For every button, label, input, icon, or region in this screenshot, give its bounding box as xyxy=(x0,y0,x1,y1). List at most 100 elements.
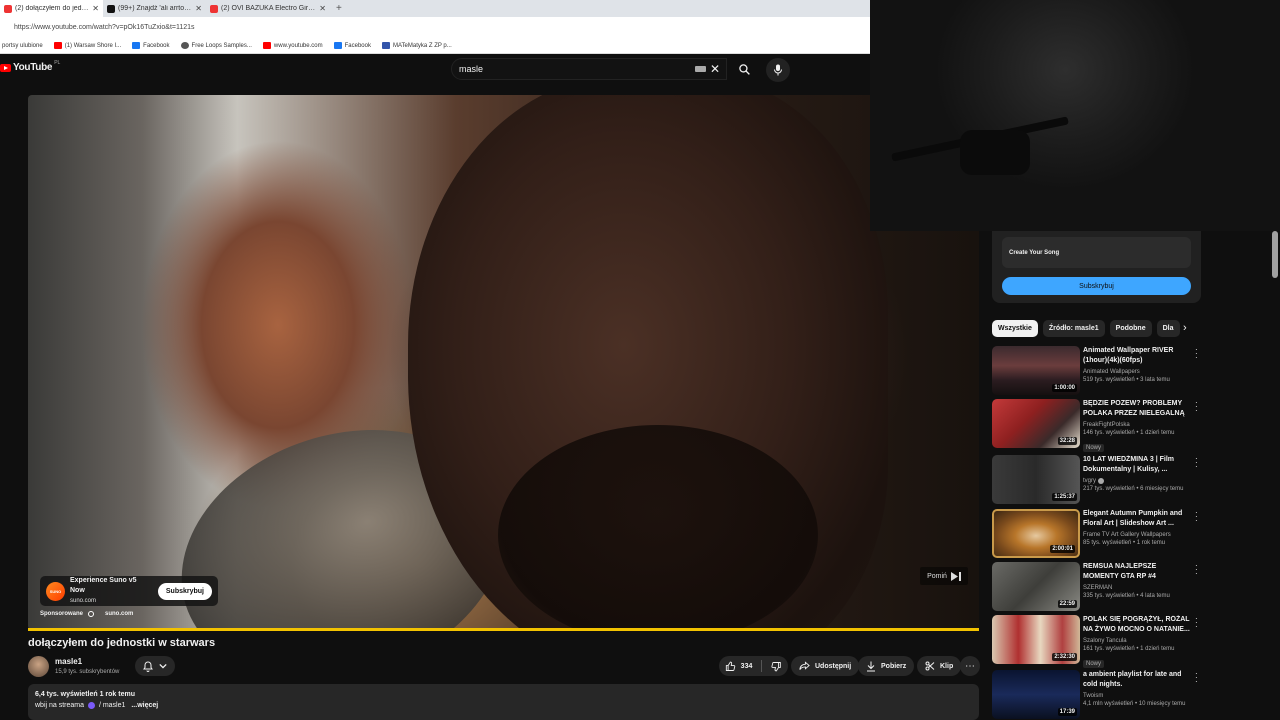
recommendation-title[interactable]: a ambient playlist for late and cold nig… xyxy=(1083,670,1190,690)
download-button[interactable]: Pobierz xyxy=(858,656,915,676)
video-title: dołączyłem do jednostki w starwars xyxy=(28,637,216,649)
recommendation-title[interactable]: Elegant Autumn Pumpkin and Floral Art | … xyxy=(1083,509,1190,529)
search-button[interactable] xyxy=(730,58,758,80)
more-vertical-icon[interactable]: · · · xyxy=(1195,346,1199,362)
info-icon[interactable] xyxy=(88,611,95,617)
recommendation-item[interactable]: 17:39 a ambient playlist for late and co… xyxy=(992,670,1202,720)
ad-subscribe-button[interactable]: Subskrybuj xyxy=(157,582,212,600)
chip-related[interactable]: Podobne xyxy=(1109,320,1152,337)
skip-ad-button[interactable]: Pomiń xyxy=(920,567,968,585)
new-tab-button[interactable]: + xyxy=(330,0,348,17)
recommendation-item[interactable]: 1:00:00 Animated Wallpaper RIVER (1hour)… xyxy=(992,346,1202,396)
video-thumbnail[interactable]: 22:59 xyxy=(992,562,1080,611)
more-actions-button[interactable]: ⋯ xyxy=(960,656,980,676)
browser-tab[interactable]: (2) OVI BAZUKA Electro Girl (Gaci ✕ xyxy=(206,0,330,17)
address-bar[interactable]: https://www.youtube.com/watch?v=pOk16TuZ… xyxy=(0,17,870,38)
recommendation-channel[interactable]: Frame TV Art Gallery Wallpapers xyxy=(1083,532,1190,538)
youtube-logo[interactable]: YouTube PL xyxy=(0,60,60,73)
scrollbar[interactable] xyxy=(1272,231,1278,278)
share-button[interactable]: Udostępnij xyxy=(791,656,860,676)
recommendation-title[interactable]: POLAK SIĘ POGRĄŻYŁ, RÓŻAL NA ŻYWO MOCNO … xyxy=(1083,615,1190,635)
description-prefix: wbij na streama xyxy=(35,702,85,709)
create-song-banner[interactable]: Create Your Song xyxy=(1002,237,1191,268)
recommendation-channel[interactable]: SZERMAN xyxy=(1083,585,1190,591)
more-vertical-icon[interactable]: · · · xyxy=(1195,670,1199,686)
chip-for-you[interactable]: Dla xyxy=(1156,320,1180,337)
search-input[interactable]: masle ✕ xyxy=(451,58,727,80)
recommendation-channel[interactable]: Szalony Tancula xyxy=(1083,638,1190,644)
recommendation-title[interactable]: BĘDZIE POZEW? PROBLEMY POLAKA PRZEZ NIEL… xyxy=(1083,399,1190,419)
close-tab-icon[interactable]: ✕ xyxy=(92,4,99,13)
voice-search-button[interactable] xyxy=(766,58,790,82)
keyboard-icon[interactable] xyxy=(694,66,706,72)
ad-progress-bar[interactable] xyxy=(28,628,979,631)
recommendation-channel[interactable]: FreakFightPolska xyxy=(1083,422,1190,428)
close-tab-icon[interactable]: ✕ xyxy=(195,4,202,13)
bookmark-item[interactable]: (1) Warsaw Shore I... xyxy=(53,42,121,49)
recommendation-title[interactable]: Animated Wallpaper RIVER (1hour)(4k)(60f… xyxy=(1083,346,1190,366)
description-link[interactable]: / masle1 xyxy=(99,702,125,709)
more-vertical-icon[interactable]: · · · xyxy=(1195,615,1199,631)
description-box[interactable]: 6,4 tys. wyświetleń 1 rok temu wbij na s… xyxy=(28,684,979,720)
recommendation-meta: 10 LAT WIEDŹMINA 3 | Film Dokumentalny |… xyxy=(1083,455,1190,492)
video-thumbnail[interactable]: 2:32:30 xyxy=(992,615,1080,664)
recommendation-stats: 161 tys. wyświetleń • 1 dzień temu xyxy=(1083,646,1175,652)
video-thumbnail[interactable]: 1:25:37 xyxy=(992,455,1080,504)
chip-source[interactable]: Źródło: masle1 xyxy=(1042,320,1105,337)
more-vertical-icon[interactable]: · · · xyxy=(1195,562,1199,578)
recommendation-channel[interactable]: Animated Wallpapers xyxy=(1083,369,1190,375)
recommendation-item[interactable]: 2:32:30 POLAK SIĘ POGRĄŻYŁ, RÓŻAL NA ŻYW… xyxy=(992,615,1202,668)
recommendation-channel[interactable]: tvgry xyxy=(1083,478,1190,484)
sponsor-domain-link[interactable]: suno.com xyxy=(105,611,133,617)
recommendation-item[interactable]: 1:25:37 10 LAT WIEDŹMINA 3 | Film Dokume… xyxy=(992,455,1202,505)
like-count[interactable]: 334 xyxy=(741,663,753,670)
thumbs-down-icon[interactable] xyxy=(771,661,782,672)
notification-bell-button[interactable] xyxy=(135,656,175,676)
channel-avatar[interactable] xyxy=(28,656,49,677)
url-text[interactable]: https://www.youtube.com/watch?v=pOk16TuZ… xyxy=(14,24,195,31)
recommendation-title[interactable]: 10 LAT WIEDŹMINA 3 | Film Dokumentalny |… xyxy=(1083,455,1190,475)
search-icon xyxy=(738,63,750,75)
bookmark-item[interactable]: Free Loops Samples... xyxy=(180,42,252,49)
recommendation-item[interactable]: 22:59 REMSUA NAJLEPSZE MOMENTY GTA RP #4… xyxy=(992,562,1202,612)
video-thumbnail[interactable]: 1:00:00 xyxy=(992,346,1080,395)
subscriber-count: 15,9 tys. subskrybentów xyxy=(55,669,120,675)
facebook-icon xyxy=(333,42,342,49)
thumbs-up-icon[interactable] xyxy=(725,661,736,672)
bookmark-item[interactable]: Facebook xyxy=(333,42,371,49)
show-more-link[interactable]: ...więcej xyxy=(131,702,158,709)
bookmark-site-icon xyxy=(381,42,390,49)
youtube-icon xyxy=(53,42,62,49)
recommendation-item[interactable]: 32:28 BĘDZIE POZEW? PROBLEMY POLAKA PRZE… xyxy=(992,399,1202,452)
recommendation-title[interactable]: REMSUA NAJLEPSZE MOMENTY GTA RP #4 xyxy=(1083,562,1190,582)
chevron-right-icon[interactable]: › xyxy=(1183,322,1187,334)
recommendation-meta: REMSUA NAJLEPSZE MOMENTY GTA RP #4 SZERM… xyxy=(1083,562,1190,599)
recommendation-item[interactable]: 2:00:01 Elegant Autumn Pumpkin and Flora… xyxy=(992,509,1202,559)
bookmark-item[interactable]: portsy ulubione xyxy=(2,43,43,49)
more-vertical-icon[interactable]: · · · xyxy=(1195,455,1199,471)
browser-tab[interactable]: (99+) Znajdź 'ali arrtosie' na TikTok ✕ xyxy=(103,0,206,17)
browser-tab[interactable]: (2) dołączyłem do jednostki ✕ xyxy=(0,0,103,17)
close-tab-icon[interactable]: ✕ xyxy=(319,4,326,13)
video-player[interactable] xyxy=(28,95,979,630)
video-thumbnail[interactable]: 17:39 xyxy=(992,670,1080,719)
recommendation-channel[interactable]: Twoism xyxy=(1083,693,1190,699)
ad-title[interactable]: Experience Suno v5 Now xyxy=(70,576,153,596)
clip-button[interactable]: Klip xyxy=(917,656,962,676)
more-vertical-icon[interactable]: · · · xyxy=(1195,399,1199,415)
video-thumbnail[interactable]: 2:00:01 xyxy=(992,509,1080,558)
bookmark-item[interactable]: www.youtube.com xyxy=(262,42,323,49)
search-query[interactable]: masle xyxy=(459,64,695,74)
sidebar-subscribe-button[interactable]: Subskrybuj xyxy=(1002,277,1191,295)
duration-badge: 32:28 xyxy=(1057,437,1077,445)
chip-all[interactable]: Wszystkie xyxy=(992,320,1038,337)
scissors-icon xyxy=(925,661,935,671)
bookmark-item[interactable]: MATeMatyka Z ZP p... xyxy=(381,42,452,49)
download-icon xyxy=(867,661,875,671)
ad-overlay-card[interactable]: SUNO Experience Suno v5 Now suno.com Sub… xyxy=(40,576,218,606)
bookmark-item[interactable]: Facebook xyxy=(132,42,170,49)
clear-search-icon[interactable]: ✕ xyxy=(710,62,720,76)
channel-name[interactable]: masle1 xyxy=(55,657,82,666)
more-vertical-icon[interactable]: · · · xyxy=(1195,509,1199,525)
video-thumbnail[interactable]: 32:28 xyxy=(992,399,1080,448)
